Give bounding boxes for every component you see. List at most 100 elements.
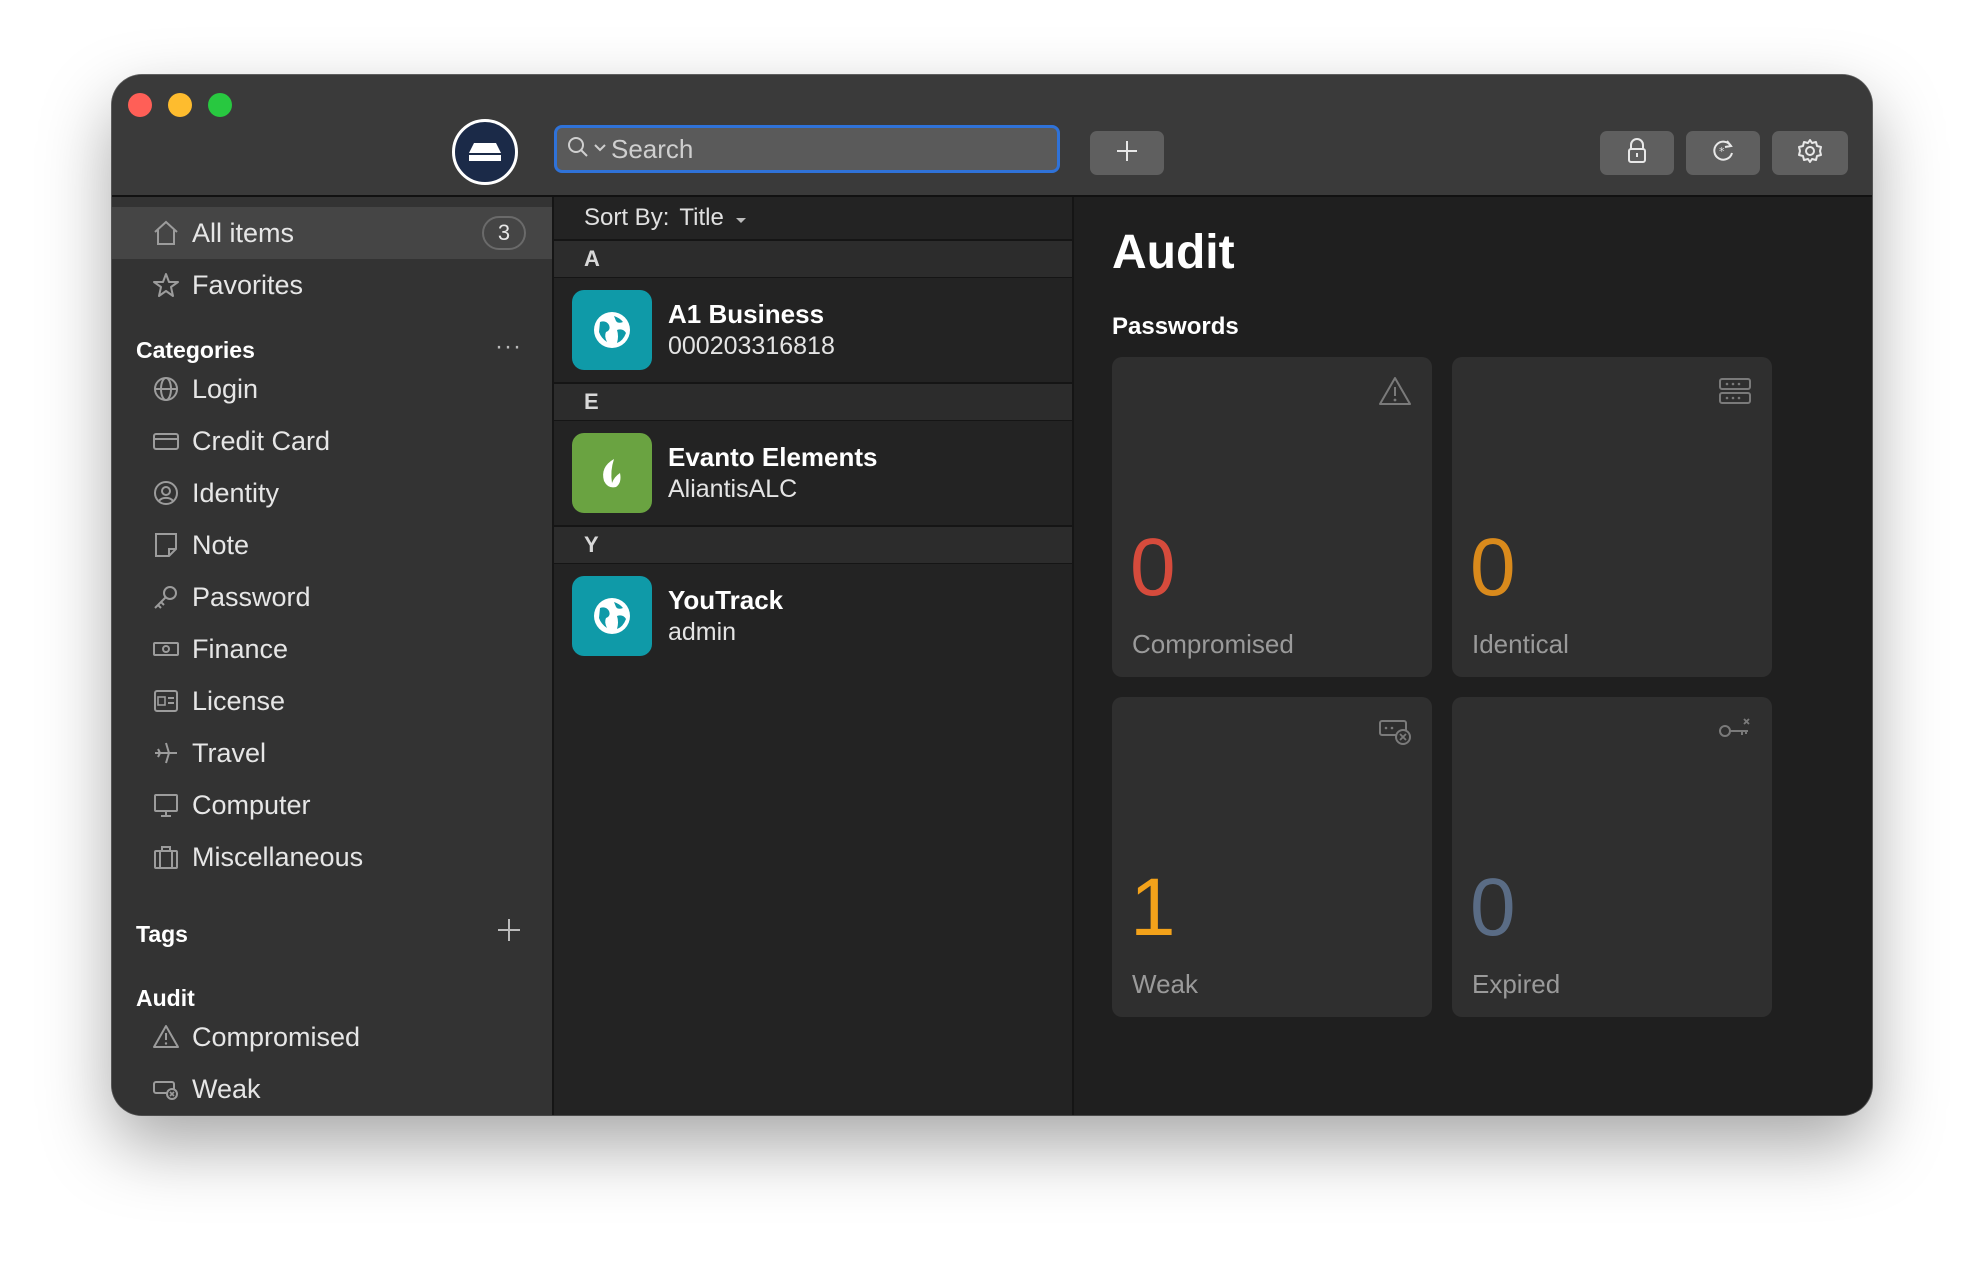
list-item[interactable]: Evanto Elements AliantisALC <box>554 421 1072 526</box>
sidebar-item-computer[interactable]: Computer <box>112 779 552 831</box>
airplane-icon <box>150 737 182 769</box>
zoom-window-button[interactable] <box>208 93 232 117</box>
close-window-button[interactable] <box>128 93 152 117</box>
search-icon <box>567 136 589 163</box>
categories-heading: Categories <box>136 337 255 363</box>
sidebar-item-password[interactable]: Password <box>112 571 552 623</box>
sidebar-item-label: Travel <box>192 737 267 768</box>
sidebar-item-label: Computer <box>192 789 311 820</box>
sort-value: Title <box>679 204 724 231</box>
warning-icon <box>150 1021 182 1053</box>
plus-icon <box>1115 139 1139 168</box>
sync-icon: * <box>1710 138 1736 169</box>
identical-passwords-icon <box>1718 375 1752 412</box>
audit-card-weak[interactable]: 1 Weak <box>1112 697 1432 1017</box>
item-count-badge: 3 <box>482 216 526 250</box>
weak-count: 1 <box>1130 862 1176 953</box>
sidebar-item-label: Compromised <box>192 1021 361 1052</box>
sidebar-item-label: All items <box>192 217 295 248</box>
sidebar-item-label: Favorites <box>192 269 304 300</box>
add-tag-button[interactable] <box>496 917 522 948</box>
sidebar-item-identity[interactable]: Identity <box>112 467 552 519</box>
item-subtitle: AliantisALC <box>668 475 798 503</box>
audit-card-compromised[interactable]: 0 Compromised <box>1112 357 1432 677</box>
sidebar-item-favorites[interactable]: Favorites <box>112 259 552 311</box>
globe-icon <box>150 373 182 405</box>
gear-icon <box>1796 137 1824 170</box>
sidebar-item-travel[interactable]: Travel <box>112 727 552 779</box>
card-label: Compromised <box>1132 629 1294 659</box>
lock-button[interactable] <box>1600 131 1674 175</box>
expired-key-icon <box>1718 715 1752 752</box>
vault-switcher-icon[interactable] <box>452 119 518 185</box>
sidebar-item-label: Login <box>192 373 259 404</box>
sidebar-item-finance[interactable]: Finance <box>112 623 552 675</box>
search-placeholder: Search <box>611 133 694 164</box>
settings-button[interactable] <box>1772 131 1848 175</box>
compromised-count: 0 <box>1130 522 1176 613</box>
finance-icon <box>150 633 182 665</box>
globe-icon <box>572 576 652 656</box>
sidebar-item-login[interactable]: Login <box>112 363 552 415</box>
credit-card-icon <box>150 425 182 457</box>
section-letter: Y <box>554 526 1072 564</box>
sidebar-item-label: License <box>192 685 286 716</box>
chevron-down-icon <box>734 204 748 232</box>
identity-icon <box>150 477 182 509</box>
warning-icon <box>1378 375 1412 412</box>
expired-count: 0 <box>1470 862 1516 953</box>
item-subtitle: admin <box>668 618 737 646</box>
section-letter: E <box>554 383 1072 421</box>
section-letter: A <box>554 240 1072 278</box>
chevron-down-icon <box>593 140 607 158</box>
card-label: Weak <box>1132 969 1198 999</box>
item-list: Sort By: Title A A1 Business 00020331681… <box>554 197 1074 1115</box>
sidebar-item-label: Miscellaneous <box>192 841 364 872</box>
card-label: Identical <box>1472 629 1569 659</box>
home-icon <box>150 217 182 249</box>
sidebar-item-label: Note <box>192 529 250 560</box>
card-label: Expired <box>1472 969 1561 999</box>
sidebar-item-weak[interactable]: Weak <box>112 1063 552 1115</box>
sync-button[interactable]: * <box>1686 131 1760 175</box>
item-title: YouTrack <box>668 585 784 615</box>
sidebar-item-license[interactable]: License <box>112 675 552 727</box>
sidebar-item-credit-card[interactable]: Credit Card <box>112 415 552 467</box>
audit-card-expired[interactable]: 0 Expired <box>1452 697 1772 1017</box>
sidebar-item-all-items[interactable]: All items 3 <box>112 207 552 259</box>
identical-count: 0 <box>1470 522 1516 613</box>
tags-heading: Tags <box>136 921 188 947</box>
note-icon <box>150 529 182 561</box>
categories-more-button[interactable]: ··· <box>495 333 522 361</box>
sidebar-item-label: Finance <box>192 633 289 664</box>
lock-icon <box>1626 137 1648 169</box>
sidebar-item-label: Password <box>192 581 311 612</box>
list-item[interactable]: YouTrack admin <box>554 564 1072 668</box>
minimize-window-button[interactable] <box>168 93 192 117</box>
sidebar-item-label: Identity <box>192 477 280 508</box>
plus-icon <box>496 919 522 947</box>
key-icon <box>150 581 182 613</box>
sort-control[interactable]: Sort By: Title <box>554 197 1072 240</box>
list-item[interactable]: A1 Business 000203316818 <box>554 278 1072 383</box>
globe-icon <box>572 290 652 370</box>
item-subtitle: 000203316818 <box>668 332 835 360</box>
sidebar-item-note[interactable]: Note <box>112 519 552 571</box>
add-item-button[interactable] <box>1090 131 1164 175</box>
app-window: Search * All items 3 Favorites Categorie… <box>112 75 1872 1115</box>
star-icon <box>150 269 182 301</box>
titlebar: Search * <box>112 75 1872 197</box>
audit-heading: Audit <box>136 985 195 1011</box>
item-title: A1 Business <box>668 299 825 329</box>
monitor-icon <box>150 789 182 821</box>
sidebar-item-label: Weak <box>192 1073 261 1104</box>
sidebar-item-miscellaneous[interactable]: Miscellaneous <box>112 831 552 883</box>
sidebar: All items 3 Favorites Categories ··· Log… <box>112 197 554 1115</box>
weak-password-icon <box>1378 715 1412 752</box>
sidebar-item-compromised[interactable]: Compromised <box>112 1011 552 1063</box>
briefcase-icon <box>150 841 182 873</box>
leaf-icon <box>572 433 652 513</box>
audit-detail-pane: Audit Passwords 0 Compromised 0 Identica… <box>1074 197 1872 1115</box>
search-field[interactable]: Search <box>554 125 1060 173</box>
audit-card-identical[interactable]: 0 Identical <box>1452 357 1772 677</box>
